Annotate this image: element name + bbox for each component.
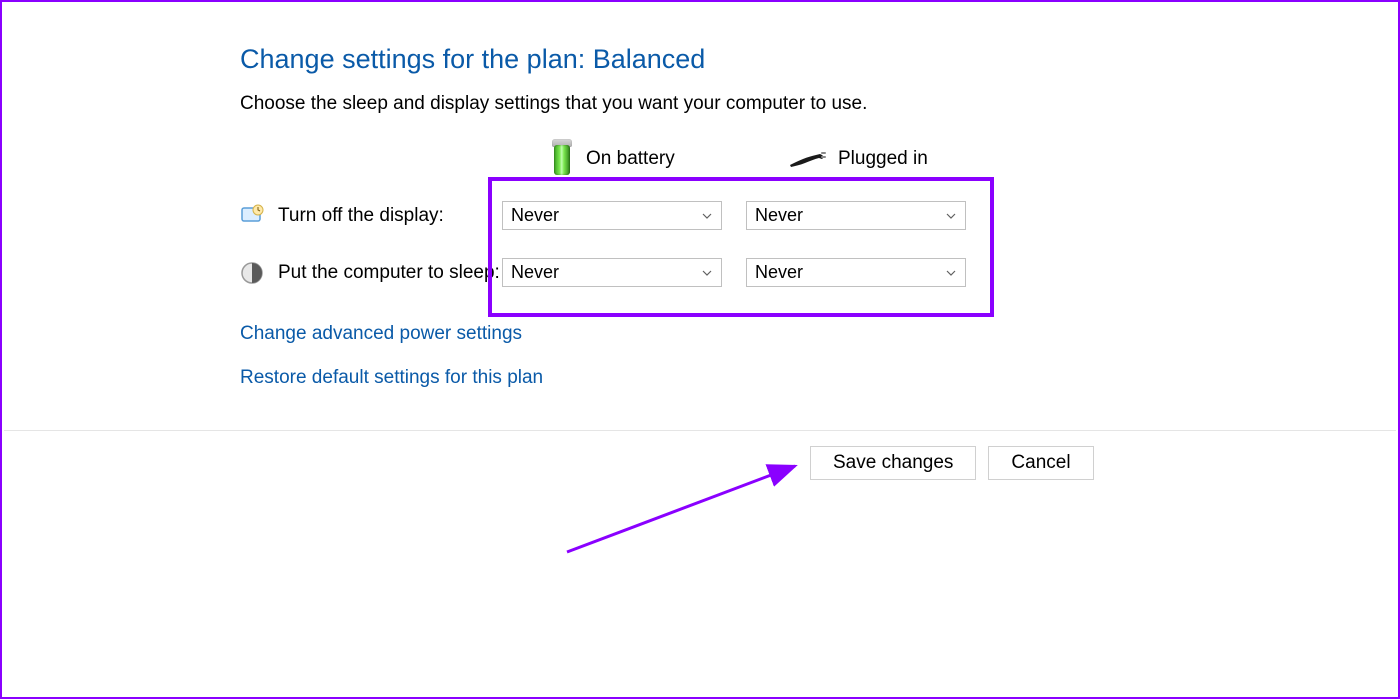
chevron-down-icon (701, 267, 713, 279)
plug-icon (788, 147, 828, 171)
instruction-text: Choose the sleep and display settings th… (240, 93, 1398, 115)
display-icon (240, 204, 264, 228)
column-plugged-in: Plugged in (788, 147, 1008, 171)
chevron-down-icon (701, 210, 713, 222)
sleep-plugged-select[interactable]: Never (746, 258, 966, 287)
annotation-arrow (557, 452, 807, 562)
button-row: Save changes Cancel (810, 446, 1094, 480)
row-display: Turn off the display: Never Never (240, 201, 1398, 230)
advanced-power-settings-link[interactable]: Change advanced power settings (240, 323, 522, 345)
chevron-down-icon (945, 210, 957, 222)
row-sleep-label-group: Put the computer to sleep: (240, 261, 502, 285)
sleep-battery-select[interactable]: Never (502, 258, 722, 287)
display-plugged-select[interactable]: Never (746, 201, 966, 230)
save-changes-button[interactable]: Save changes (810, 446, 976, 480)
main-content: Change settings for the plan: Balanced C… (2, 2, 1398, 389)
column-plugged-in-label: Plugged in (838, 148, 928, 170)
divider (4, 430, 1396, 431)
restore-defaults-link[interactable]: Restore default settings for this plan (240, 367, 543, 389)
sleep-icon (240, 261, 264, 285)
links-block: Change advanced power settings Restore d… (240, 323, 1398, 389)
column-on-battery: On battery (548, 139, 788, 179)
sleep-plugged-value: Never (755, 262, 803, 283)
chevron-down-icon (945, 267, 957, 279)
display-battery-select[interactable]: Never (502, 201, 722, 230)
column-on-battery-label: On battery (586, 148, 675, 170)
row-display-label-group: Turn off the display: (240, 204, 502, 228)
row-sleep-label: Put the computer to sleep: (278, 262, 500, 284)
battery-icon (548, 139, 576, 179)
page-title: Change settings for the plan: Balanced (240, 44, 1398, 75)
row-sleep: Put the computer to sleep: Never Never (240, 258, 1398, 287)
row-display-label: Turn off the display: (278, 205, 444, 227)
display-battery-value: Never (511, 205, 559, 226)
display-plugged-value: Never (755, 205, 803, 226)
cancel-button[interactable]: Cancel (988, 446, 1093, 480)
columns-header: On battery Plugged in (548, 139, 1398, 179)
sleep-battery-value: Never (511, 262, 559, 283)
